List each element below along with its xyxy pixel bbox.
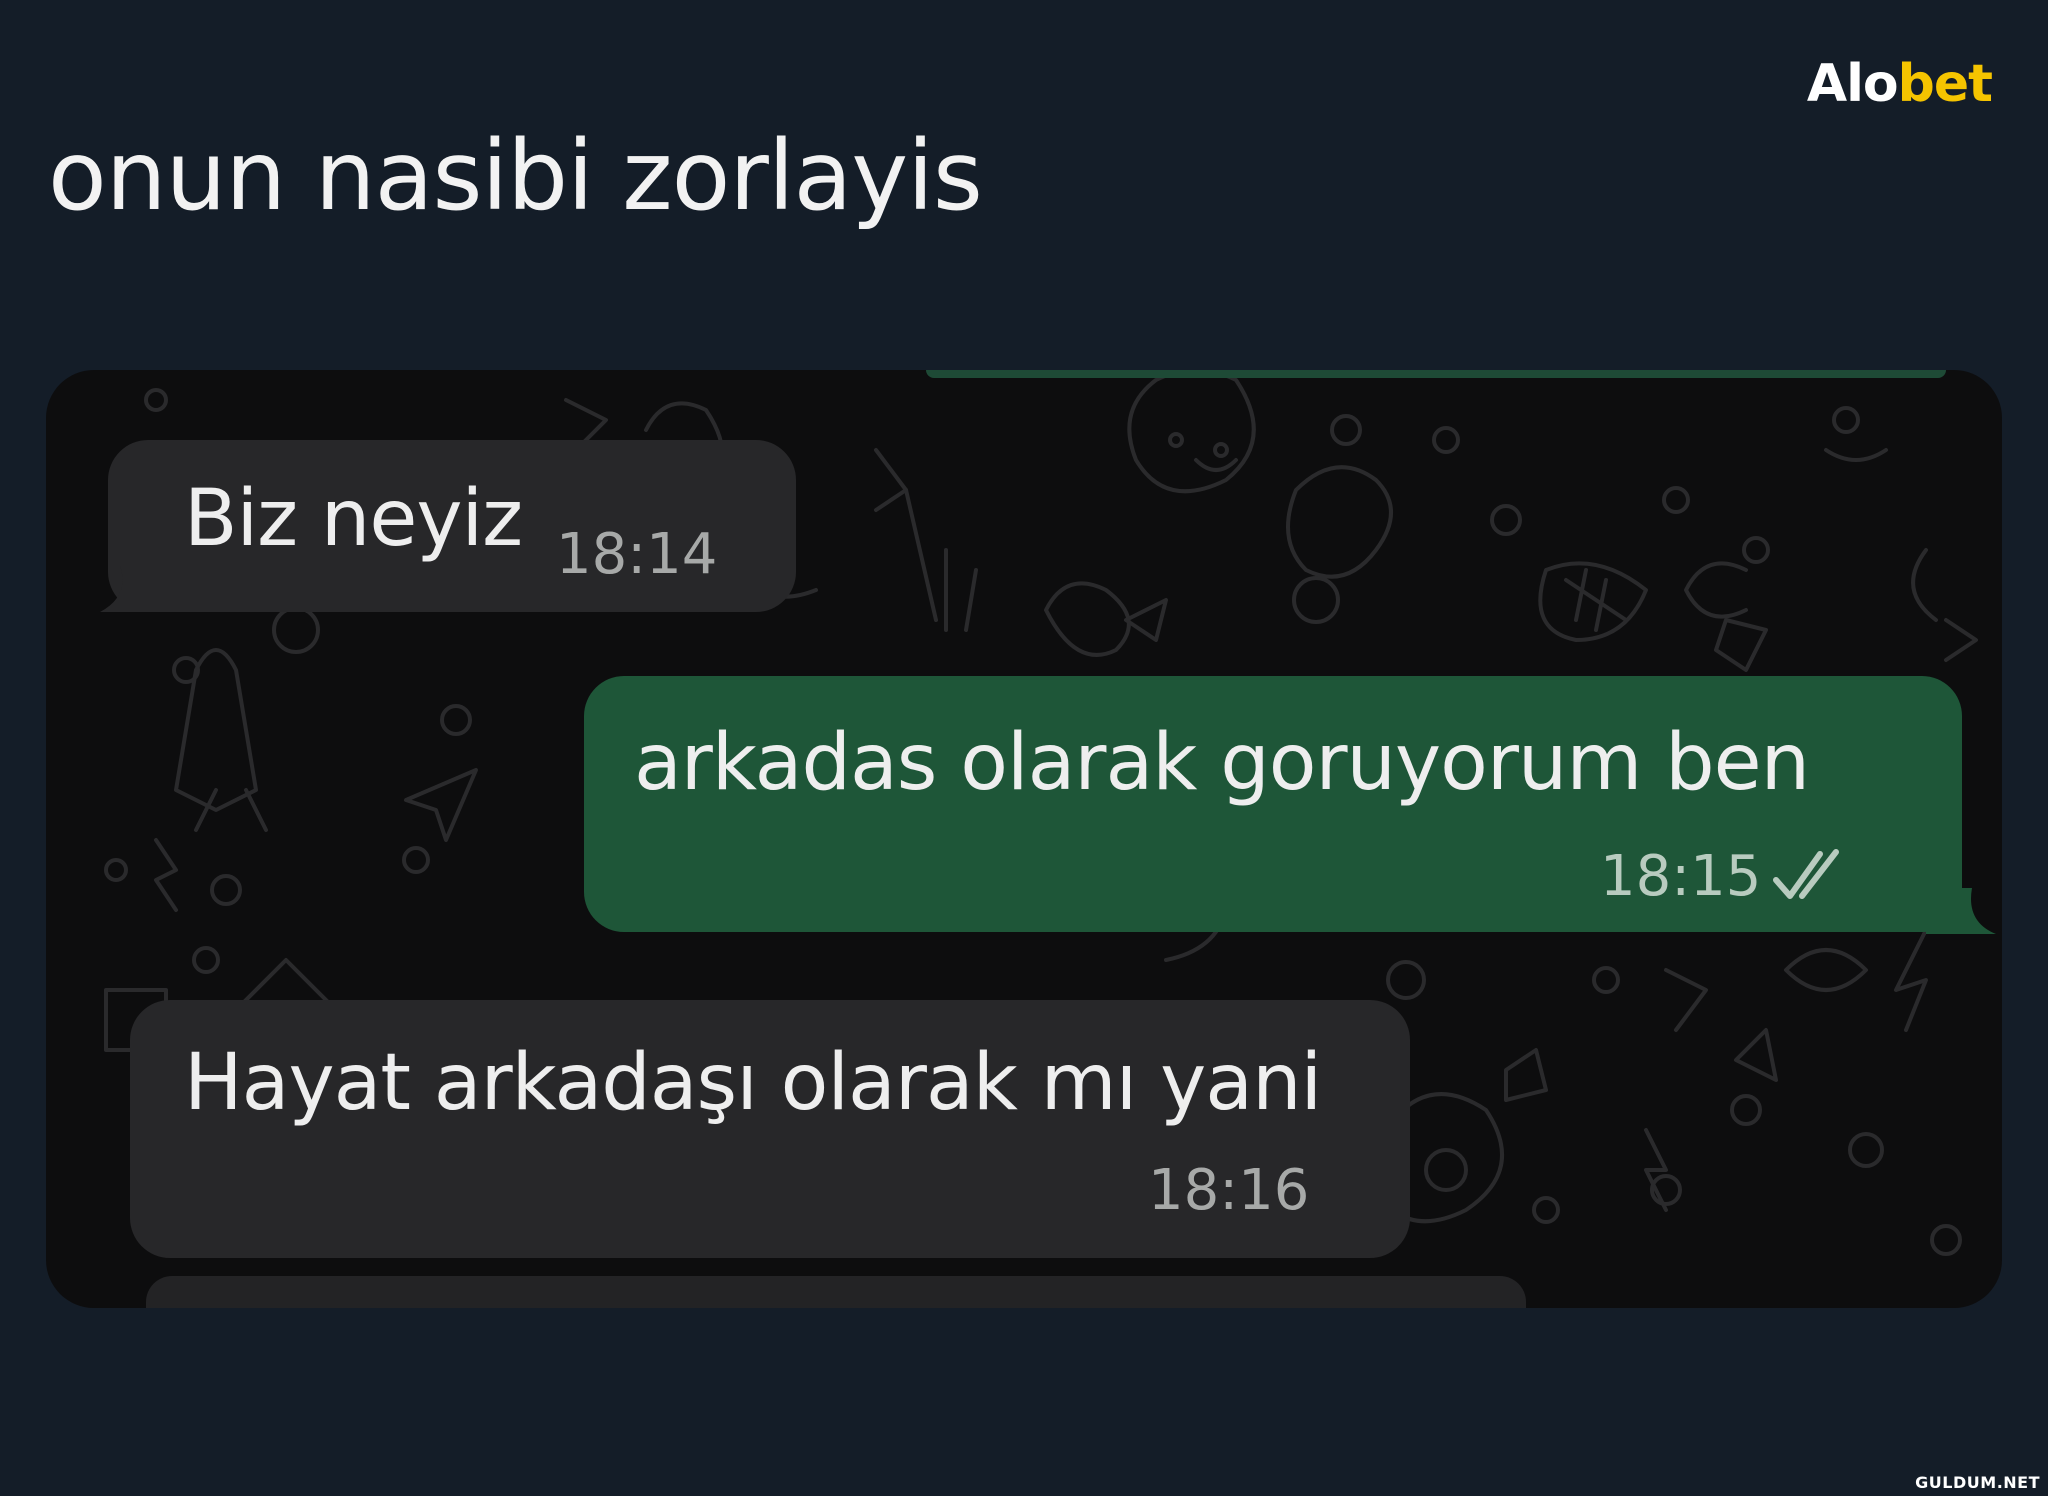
partial-message-bottom — [146, 1276, 1526, 1308]
bubble-tail — [100, 566, 150, 612]
message-bubble-incoming[interactable]: Hayat arkadaşı olarak mı yani 18:16 — [130, 1000, 1410, 1258]
message-time: 18:14 — [556, 522, 718, 587]
message-text: Hayat arkadaşı olarak mı yani — [184, 1038, 1322, 1128]
alobet-logo: Alobet — [1806, 54, 1993, 114]
message-bubble-incoming[interactable]: Biz neyiz 18:14 — [108, 440, 796, 612]
double-check-icon — [1773, 849, 1839, 899]
partial-message-top — [926, 370, 1946, 378]
chat-screenshot: Biz neyiz 18:14 arkadas olarak goruyorum… — [46, 370, 2002, 1308]
message-time: 18:15 — [1600, 844, 1762, 909]
bubble-tail — [1926, 888, 1996, 934]
message-text: arkadas olarak goruyorum ben — [634, 718, 1810, 808]
message-bubble-outgoing[interactable]: arkadas olarak goruyorum ben 18:15 — [584, 676, 1962, 932]
message-text: Biz neyiz — [184, 474, 523, 564]
message-time: 18:16 — [1148, 1158, 1310, 1223]
site-watermark: GULDUM.NET — [1915, 1473, 2040, 1492]
post-caption: onun nasibi zorlayis — [48, 120, 983, 232]
